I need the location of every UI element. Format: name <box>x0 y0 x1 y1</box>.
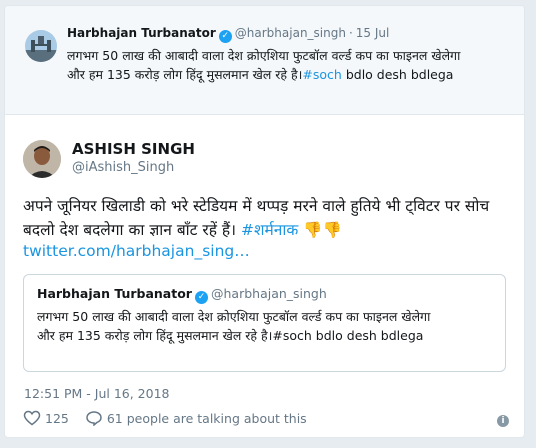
parent-text-line2-plain: और हम 135 करोड़ लोग हिंदू मुसलमान खेल रह… <box>67 67 303 82</box>
parent-date[interactable]: 15 Jul <box>356 26 390 40</box>
parent-tweet[interactable]: Harbhajan Turbanator ✓ @harbhajan_singh · 15… <box>5 6 524 115</box>
speech-bubble-icon[interactable] <box>85 410 103 426</box>
quoted-text-line1: लगभग 50 लाख की आबादी वाला देश क्रोएशिया … <box>37 309 431 324</box>
verified-badge-icon: ✓ <box>218 30 232 43</box>
author-avatar[interactable] <box>23 140 61 178</box>
quoted-tweet-link[interactable]: twitter.com/harbhajan_sing… <box>23 242 250 260</box>
author-name[interactable]: ASHISH SINGH <box>72 140 195 158</box>
parent-avatar[interactable] <box>25 30 57 62</box>
thumbs-down-emoji: 👎👎 <box>303 221 342 239</box>
talking-count[interactable]: 61 people are talking about this <box>107 411 307 426</box>
quoted-author-handle[interactable]: @harbhajan_singh <box>211 286 327 301</box>
parent-author-name[interactable]: Harbhajan Turbanator <box>67 26 216 40</box>
tweet-timestamp[interactable]: 12:51 PM - Jul 16, 2018 <box>24 386 170 401</box>
parent-text-line2-rest: bdlo desh bdlega <box>341 67 454 82</box>
parent-text-line1: लगभग 50 लाख की आबादी वाला देश क्रोएशिया … <box>67 48 461 63</box>
like-count[interactable]: 125 <box>45 411 69 426</box>
quoted-text-line2: और हम 135 करोड़ लोग हिंदू मुसलमान खेल रह… <box>37 328 424 343</box>
tweet-embed-card: Harbhajan Turbanator ✓ @harbhajan_singh · 15… <box>4 5 525 438</box>
parent-header: Harbhajan Turbanator ✓ @harbhajan_singh · 15… <box>67 26 389 43</box>
hashtag-link[interactable]: #soch <box>302 67 341 82</box>
info-icon[interactable]: i <box>497 415 509 427</box>
quoted-tweet[interactable]: Harbhajan Turbanator ✓ @harbhajan_singh लग… <box>23 274 506 372</box>
quoted-header: Harbhajan Turbanator ✓ @harbhajan_singh <box>37 286 327 304</box>
hashtag-link[interactable]: #शर्मनाक <box>241 221 298 239</box>
tweet-text: अपने जूनियर खिलाडी को भरे स्टेडियम में थ… <box>23 194 513 242</box>
parent-tweet-text: लगभग 50 लाख की आबादी वाला देश क्रोएशिया … <box>67 46 507 84</box>
verified-badge-icon: ✓ <box>194 291 208 304</box>
heart-icon[interactable] <box>23 410 41 426</box>
author-handle[interactable]: @iAshish_Singh <box>72 160 174 175</box>
quoted-tweet-text: लगभग 50 लाख की आबादी वाला देश क्रोएशिया … <box>37 307 492 345</box>
quoted-author-name[interactable]: Harbhajan Turbanator <box>37 286 192 301</box>
separator: · <box>348 26 353 40</box>
engagement-bar: 125 61 people are talking about this <box>23 410 307 426</box>
parent-author-handle[interactable]: @harbhajan_singh <box>235 26 346 40</box>
parent-text-line2: और हम 135 करोड़ लोग हिंदू मुसलमान खेल रह… <box>67 65 507 84</box>
